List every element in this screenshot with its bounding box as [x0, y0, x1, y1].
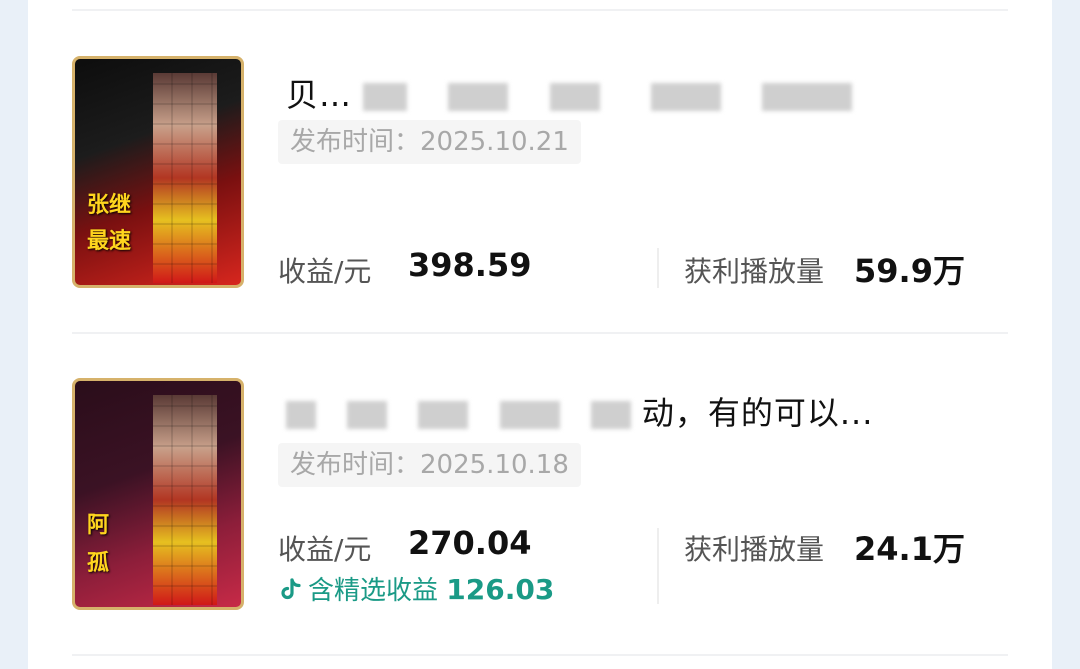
thumbnail-caption-line1: 阿	[87, 513, 110, 538]
plays-label: 获利播放量	[684, 255, 825, 288]
plays-value: 24.1万	[854, 530, 965, 568]
censored-mosaic	[153, 395, 217, 605]
publish-date: 2025.10.18	[420, 450, 569, 480]
censored-mosaic	[153, 73, 217, 283]
video-title[interactable]: 动，有的可以...	[286, 388, 873, 434]
revenue-value: 398.59	[408, 246, 532, 284]
top-divider	[72, 9, 1008, 11]
revenue-value: 270.04	[408, 524, 532, 562]
publish-time: 发布时间：2025.10.21	[278, 120, 581, 164]
publish-time: 发布时间：2025.10.18	[278, 443, 581, 487]
featured-revenue-label: 含精选收益	[308, 576, 439, 606]
metric-separator	[657, 248, 659, 288]
publish-label: 发布时间：	[290, 450, 421, 480]
featured-revenue: 含精选收益 126.03	[278, 570, 554, 607]
bottom-divider	[72, 654, 1008, 656]
plays-label: 获利播放量	[684, 533, 825, 566]
thumbnail-caption-line2: 最速	[87, 229, 132, 254]
featured-revenue-value: 126.03	[446, 573, 555, 606]
revenue-label: 收益/元	[278, 255, 372, 288]
metric-separator	[657, 528, 659, 604]
thumbnail-caption-line1: 张继	[87, 193, 132, 218]
publish-label: 发布时间：	[290, 127, 421, 157]
thumbnail-caption-line2: 孤	[87, 551, 110, 576]
revenue-label: 收益/元	[278, 533, 372, 566]
douyin-music-note-icon	[278, 577, 304, 603]
video-thumbnail[interactable]: 阿 孤	[72, 378, 244, 610]
publish-date: 2025.10.21	[420, 127, 569, 157]
video-thumbnail[interactable]: 张继 最速	[72, 56, 244, 288]
video-revenue-list: 张继 最速 贝… 发布时间：2025.10.21 收益/元 398.59 获利播…	[28, 0, 1052, 669]
card-divider	[72, 332, 1008, 334]
video-title[interactable]: 贝…	[286, 70, 852, 116]
plays-value: 59.9万	[854, 252, 965, 290]
